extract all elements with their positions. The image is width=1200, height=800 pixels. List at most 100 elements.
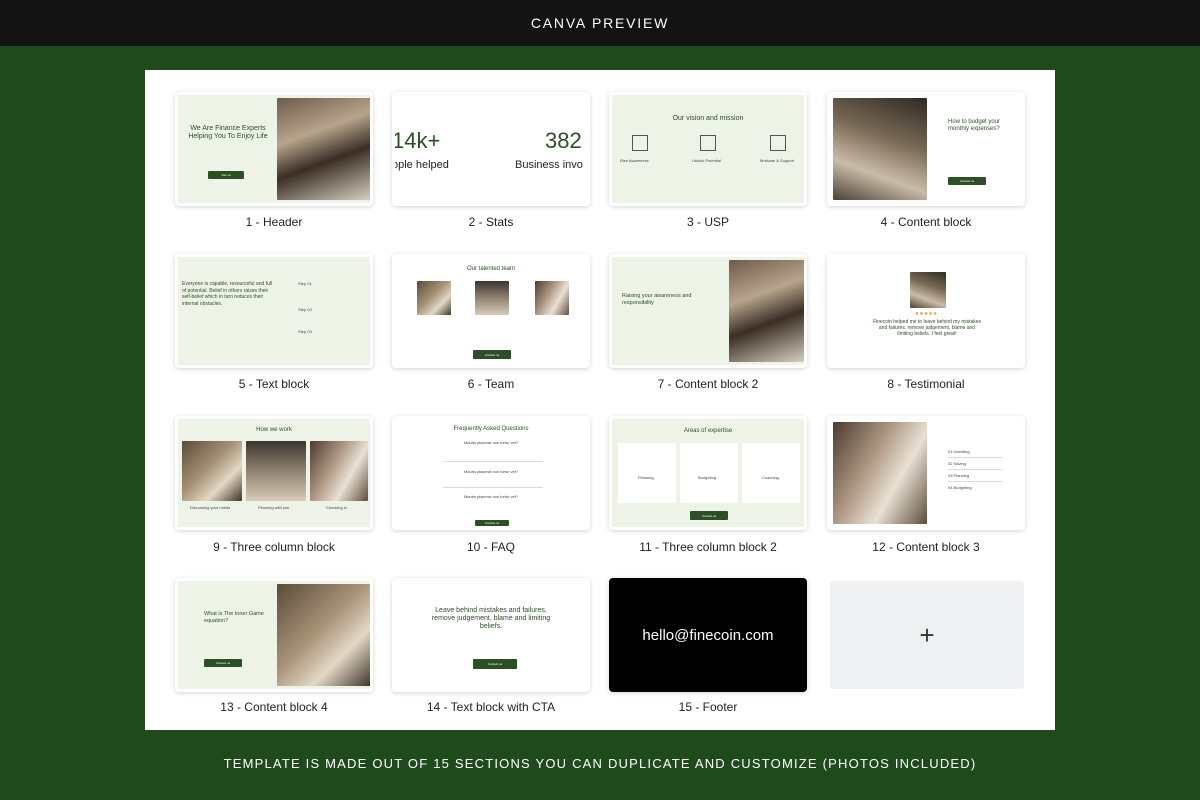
- caption-team: 6 - Team: [467, 377, 515, 391]
- expertise-col-box-2: [680, 443, 738, 503]
- stat-value-2: 382: [545, 128, 582, 153]
- expertise-col-3: Coaching: [762, 475, 779, 480]
- header-thumb-photo: [277, 98, 370, 200]
- caption-stats: 2 - Stats: [468, 215, 514, 229]
- caption-faq: 10 - FAQ: [466, 540, 516, 554]
- content3-item-3: 03 Planning: [948, 473, 970, 478]
- cta-thumb-button: Contact us: [473, 659, 517, 669]
- content2-thumb-photo: [729, 260, 804, 362]
- header-thumb-button: Join us: [208, 171, 244, 179]
- plus-icon: +: [919, 619, 935, 650]
- testimonial-photo: [910, 272, 946, 308]
- template-description: TEMPLATE IS MADE OUT OF 15 SECTIONS YOU …: [223, 756, 977, 771]
- content1-thumb-title: How to budget your monthly expenses?: [948, 119, 1001, 132]
- caption-content-block: 4 - Content block: [880, 215, 972, 229]
- faq-divider-1: [443, 461, 543, 462]
- team-photo-1: [417, 281, 451, 315]
- section-card-content-block[interactable]: How to budget your monthly expenses? Con…: [827, 92, 1025, 206]
- section-card-header[interactable]: We Are Finance Experts Helping You To En…: [175, 92, 373, 206]
- textblock-thumb-body: Everyone is capable, resourceful and ful…: [182, 281, 273, 307]
- section-card-team[interactable]: Our talented team Contact us: [392, 254, 590, 368]
- expertise-thumb-button: Contact us: [690, 511, 728, 520]
- section-card-content-block-3[interactable]: 01 Investing 02 Saving 03 Planning 04 Bu…: [827, 416, 1025, 530]
- section-card-three-column-block[interactable]: How we work Discussing your needs Planni…: [175, 416, 373, 530]
- content3-divider-2: [948, 469, 1002, 470]
- team-thumb-button: Contact us: [473, 350, 511, 359]
- faq-question-1: Mauris placerat non tortor vel?: [463, 440, 519, 445]
- section-card-three-column-block-2[interactable]: Areas of expertise Planning Budgeting Co…: [609, 416, 807, 530]
- stat-label-2: Business invo: [515, 159, 583, 171]
- usp-col-2: Unlock Potential: [692, 158, 721, 163]
- caption-text-block-cta: 14 - Text block with CTA: [426, 700, 556, 714]
- usp-icon-3: [770, 135, 786, 151]
- howwework-photo-3: [310, 441, 368, 501]
- content3-thumb-photo: [833, 422, 927, 524]
- howwework-col-3: Checking in: [326, 505, 347, 510]
- add-section-button[interactable]: +: [830, 581, 1024, 689]
- textblock-step-2: Step 02: [298, 307, 312, 312]
- usp-icon-1: [632, 135, 648, 151]
- content1-thumb-photo: [833, 98, 927, 200]
- section-card-stats[interactable]: 14k+ ople helped 382 Business invo: [392, 92, 590, 206]
- top-bar: CANVA PREVIEW: [0, 0, 1200, 46]
- howwework-col-1: Discussing your needs: [190, 505, 231, 510]
- team-photo-3: [535, 281, 569, 315]
- caption-content-block-3: 12 - Content block 3: [872, 540, 980, 554]
- caption-three-column-block: 9 - Three column block: [213, 540, 335, 554]
- section-card-content-block-2[interactable]: Raising your awareness and responsibilit…: [609, 254, 807, 368]
- stat-value-1: 14k+: [395, 128, 441, 153]
- howwework-photo-1: [182, 441, 242, 501]
- sections-panel: We Are Finance Experts Helping You To En…: [145, 70, 1055, 730]
- content3-item-1: 01 Investing: [948, 449, 970, 454]
- usp-icon-2: [700, 135, 716, 151]
- caption-content-block-4: 13 - Content block 4: [220, 700, 328, 714]
- caption-three-column-block-2: 11 - Three column block 2: [639, 540, 777, 554]
- faq-question-3: Mauris placerat non tortor vel?: [463, 494, 519, 499]
- section-card-text-block[interactable]: Everyone is capable, resourceful and ful…: [175, 254, 373, 368]
- section-card-footer[interactable]: hello@finecoin.com: [609, 578, 807, 692]
- header-thumb-title: We Are Finance Experts Helping You To En…: [188, 125, 268, 140]
- content3-divider-3: [948, 481, 1002, 482]
- team-photo-2: [475, 281, 509, 315]
- content4-thumb-photo: [277, 584, 370, 686]
- content4-thumb-button: Contact us: [204, 659, 242, 667]
- caption-content-block-2: 7 - Content block 2: [657, 377, 759, 391]
- howwework-col-2: Planning with you: [258, 505, 290, 510]
- howwework-photo-2: [246, 441, 306, 501]
- page-title: CANVA PREVIEW: [530, 15, 670, 31]
- content4-thumb-title: What is The Inner Game equation?: [204, 611, 264, 624]
- content1-thumb-button: Contact us: [948, 177, 986, 185]
- section-card-usp[interactable]: Our vision and mission Rise Awareness Un…: [609, 92, 807, 206]
- expertise-col-box-1: [618, 443, 676, 503]
- team-thumb-title: Our talented team: [466, 266, 516, 272]
- usp-col-3: Motivate & Support: [760, 158, 795, 163]
- footer-email: hello@finecoin.com: [642, 626, 774, 644]
- testimonial-stars: ★★★★★: [914, 311, 938, 317]
- faq-divider-2: [443, 487, 543, 488]
- content3-item-4: 04 Budgeting: [948, 485, 972, 490]
- content2-thumb-title: Raising your awareness and responsibilit…: [622, 293, 692, 306]
- textblock-step-3: Step 03: [298, 329, 312, 334]
- usp-thumb-title: Our vision and mission: [672, 115, 744, 122]
- section-card-content-block-4[interactable]: What is The Inner Game equation? Contact…: [175, 578, 373, 692]
- caption-testimonial: 8 - Testimonial: [887, 377, 965, 391]
- caption-footer: 15 - Footer: [678, 700, 738, 714]
- section-card-faq[interactable]: Frequently Asked Questions Mauris placer…: [392, 416, 590, 530]
- section-card-text-block-cta[interactable]: Leave behind mistakes and failures, remo…: [392, 578, 590, 692]
- expertise-col-box-3: [742, 443, 800, 503]
- textblock-step-1: Step 01: [298, 281, 312, 286]
- content3-divider-1: [948, 457, 1002, 458]
- howwework-thumb-title: How we work: [256, 427, 292, 433]
- faq-thumb-title: Frequently Asked Questions: [453, 426, 529, 432]
- faq-question-2: Mauris placerat non tortor vel?: [463, 469, 519, 474]
- section-card-testimonial[interactable]: ★★★★★ Finecoin helped me to leave behind…: [827, 254, 1025, 368]
- cta-thumb-title: Leave behind mistakes and failures, remo…: [431, 607, 551, 630]
- usp-col-1: Rise Awareness: [620, 158, 649, 163]
- faq-thumb-button: Contact us: [475, 520, 509, 526]
- expertise-col-1: Planning: [638, 475, 654, 480]
- caption-text-block: 5 - Text block: [238, 377, 310, 391]
- testimonial-quote: Finecoin helped me to leave behind my mi…: [872, 319, 982, 337]
- content3-item-2: 02 Saving: [948, 461, 966, 466]
- caption-header: 1 - Header: [245, 215, 303, 229]
- expertise-col-2: Budgeting: [698, 475, 717, 480]
